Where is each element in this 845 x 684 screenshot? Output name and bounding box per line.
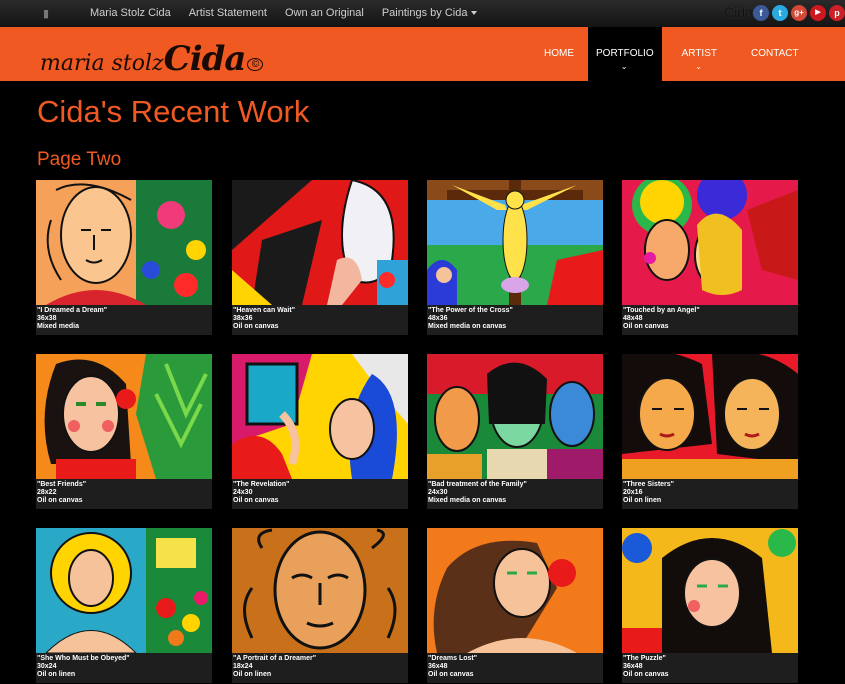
top-nav: Maria Stolz Cida Artist Statement Own an… — [90, 0, 478, 27]
site-logo[interactable]: maria stolzCida © — [40, 39, 264, 79]
painting-caption: "A Portrait of a Dreamer" 18x24 Oil on l… — [232, 653, 408, 683]
painting-image[interactable] — [36, 180, 212, 305]
painting-medium: Oil on linen — [37, 671, 76, 678]
painting-size: 28x22 — [37, 489, 57, 496]
logo-reg-mark: © — [247, 57, 264, 71]
painting-image[interactable] — [622, 528, 798, 653]
painting-caption: "The Puzzle" 36x48 Oil on canvas — [622, 653, 798, 683]
google-plus-icon[interactable]: g+ — [791, 5, 807, 21]
twitter-icon[interactable]: t — [772, 5, 788, 21]
painting-medium: Oil on linen — [233, 671, 272, 678]
painting-title: "Three Sisters" — [623, 481, 674, 488]
painting-title: "She Who Must be Obeyed" — [37, 655, 130, 662]
nav-portfolio[interactable]: PORTFOLIO ⌄ — [588, 27, 662, 81]
nav-contact[interactable]: CONTACT — [737, 27, 813, 81]
painting-size: 20x16 — [623, 489, 643, 496]
painting-size: 24x30 — [428, 489, 448, 496]
painting-medium: Mixed media — [37, 323, 80, 330]
painting-caption: "I Dreamed a Dream" 36x38 Mixed media — [36, 305, 212, 335]
painting-caption: "She Who Must be Obeyed" 30x24 Oil on li… — [36, 653, 212, 683]
site-header: maria stolzCida © HOME PORTFOLIO ⌄ ARTIST… — [0, 27, 845, 81]
top-nav-maria-stolz-cida[interactable]: Maria Stolz Cida — [90, 0, 171, 27]
painting-image[interactable] — [232, 528, 408, 653]
top-nav-artist-statement[interactable]: Artist Statement — [189, 0, 267, 27]
painting-medium: Oil on linen — [623, 497, 662, 504]
facebook-icon[interactable]: f — [753, 5, 769, 21]
painting-title: "I Dreamed a Dream" — [37, 307, 108, 314]
nav-artist-label: ARTIST — [681, 48, 717, 59]
painting-caption: "Three Sisters" 20x16 Oil on linen — [622, 479, 798, 509]
painting-medium: Oil on canvas — [233, 323, 279, 330]
chevron-down-icon: ⌄ — [620, 62, 628, 71]
painting-title: "Touched by an Angel" — [623, 307, 700, 314]
painting-size: 38x36 — [233, 315, 253, 322]
painting-image[interactable] — [36, 528, 212, 653]
social-icons: f t g+ ▶ p — [753, 5, 845, 21]
home-icon[interactable]: ▮ — [43, 7, 55, 20]
logo-big-text: Cida — [163, 39, 247, 79]
page-subtitle: Page Two — [37, 149, 122, 170]
painting-medium: Mixed media on canvas — [428, 323, 507, 330]
painting-title: "Dreams Lost" — [428, 655, 478, 662]
painting-medium: Oil on canvas — [37, 497, 83, 504]
painting-medium: Oil on canvas — [623, 671, 669, 678]
painting-image[interactable] — [232, 354, 408, 479]
painting-title: "The Revelation" — [233, 481, 290, 488]
painting-size: 48x48 — [623, 315, 643, 322]
painting-title: "Best Friends" — [37, 481, 87, 488]
painting-size: 18x24 — [233, 663, 253, 670]
painting-title: "The Power of the Cross" — [428, 307, 513, 314]
top-nav-paintings-by-cida[interactable]: Paintings by Cida — [382, 0, 478, 27]
painting-size: 36x48 — [623, 663, 643, 670]
top-bar: ▮ Maria Stolz Cida Artist Statement Own … — [0, 0, 845, 28]
painting-image[interactable] — [36, 354, 212, 479]
youtube-icon[interactable]: ▶ — [810, 5, 826, 21]
painting-medium: Mixed media on canvas — [428, 497, 507, 504]
painting-image[interactable] — [427, 180, 603, 305]
chevron-down-icon: ⌄ — [695, 62, 702, 71]
painting-medium: Oil on canvas — [623, 323, 669, 330]
pinterest-icon[interactable]: p — [829, 5, 845, 21]
painting-caption: "Best Friends" 28x22 Oil on canvas — [36, 479, 212, 509]
top-nav-paintings-label: Paintings by Cida — [381, 7, 468, 19]
painting-size: 36x38 — [37, 315, 57, 322]
painting-medium: Oil on canvas — [233, 497, 279, 504]
caret-down-icon — [471, 11, 478, 16]
painting-caption: "Heaven can Wait" 38x36 Oil on canvas — [232, 305, 408, 335]
painting-caption: "The Power of the Cross" 48x36 Mixed med… — [427, 305, 603, 335]
painting-medium: Oil on canvas — [428, 671, 474, 678]
top-nav-own-an-original[interactable]: Own an Original — [285, 0, 364, 27]
nav-home[interactable]: HOME — [530, 27, 588, 81]
page-title: Cida's Recent Work — [37, 94, 310, 129]
painting-caption: "The Revelation" 24x30 Oil on canvas — [232, 479, 408, 509]
nav-portfolio-label: PORTFOLIO — [596, 48, 654, 59]
main-nav: HOME PORTFOLIO ⌄ ARTIST ⌄ CONTACT — [530, 27, 813, 81]
painting-size: 30x24 — [37, 663, 57, 670]
painting-image[interactable] — [622, 180, 798, 305]
painting-caption: "Bad treatment of the Family" 24x30 Mixe… — [427, 479, 603, 509]
nav-artist[interactable]: ARTIST ⌄ — [662, 27, 737, 81]
painting-image[interactable] — [622, 354, 798, 479]
logo-small-text: maria stolz — [40, 51, 164, 76]
painting-size: 48x36 — [428, 315, 448, 322]
painting-title: "A Portrait of a Dreamer" — [233, 655, 317, 662]
painting-caption: "Dreams Lost" 36x48 Oil on canvas — [427, 653, 603, 683]
painting-title: "Heaven can Wait" — [233, 307, 296, 314]
painting-image[interactable] — [427, 528, 603, 653]
painting-size: 24x30 — [233, 489, 253, 496]
painting-image[interactable] — [427, 354, 603, 479]
painting-title: "Bad treatment of the Family" — [428, 481, 527, 488]
painting-caption: "Touched by an Angel" 48x48 Oil on canva… — [622, 305, 798, 335]
painting-image[interactable] — [232, 180, 408, 305]
painting-title: "The Puzzle" — [623, 655, 666, 662]
painting-size: 36x48 — [428, 663, 448, 670]
